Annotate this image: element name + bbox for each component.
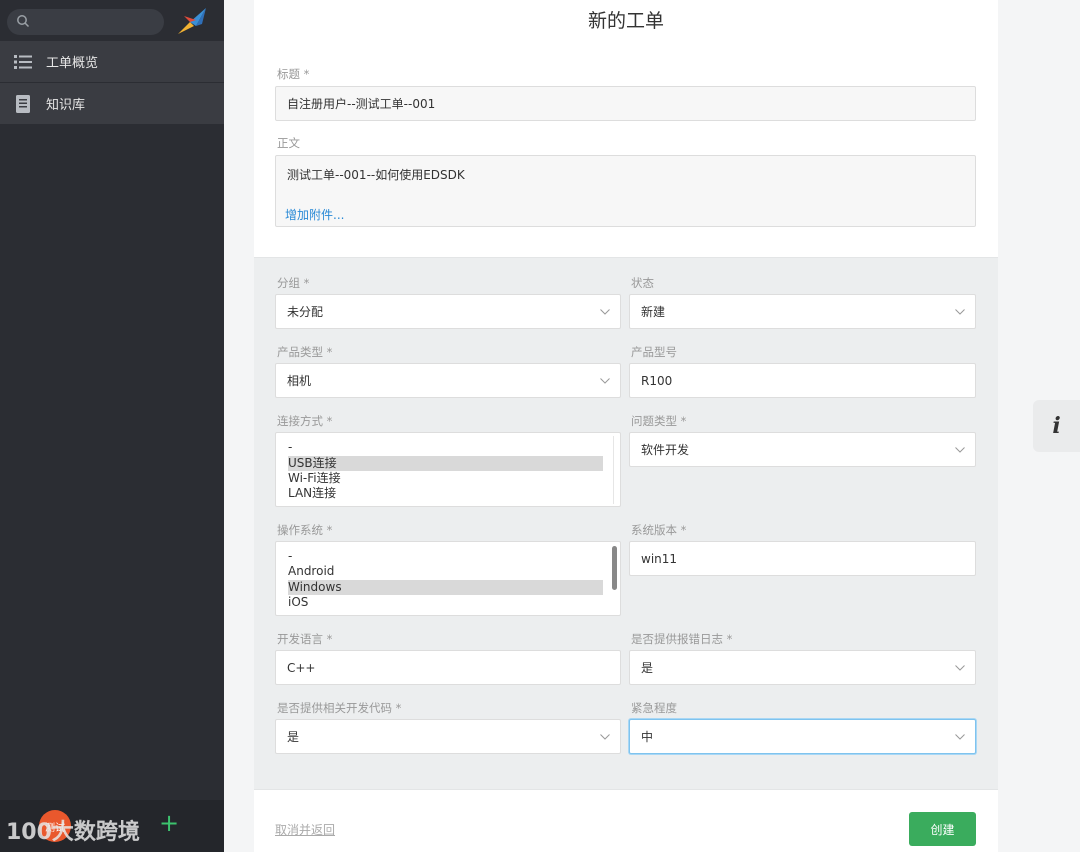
- chevron-down-icon: [600, 308, 610, 315]
- scrollbar-thumb[interactable]: [612, 546, 617, 590]
- group-value: 未分配: [287, 305, 324, 319]
- connection-listbox[interactable]: - USB连接 Wi-Fi连接 LAN连接: [275, 432, 621, 507]
- os-version-label: 系统版本 *: [631, 523, 687, 537]
- app-logo[interactable]: [176, 6, 210, 36]
- os-option[interactable]: iOS: [288, 595, 308, 610]
- state-value: 新建: [641, 305, 666, 319]
- sidebar-item-label: 工单概览: [46, 56, 99, 71]
- book-icon: [13, 94, 33, 114]
- os-option[interactable]: Android: [288, 564, 334, 579]
- list-icon: [13, 52, 33, 72]
- error-log-select[interactable]: 是: [629, 650, 976, 685]
- state-select[interactable]: 新建: [629, 294, 976, 329]
- issue-type-label: 问题类型 *: [631, 414, 687, 428]
- ticket-form-panel: 新的工单 标题 * 自注册用户--测试工单--001 正文 测试工单--001-…: [254, 0, 998, 852]
- connection-option[interactable]: LAN连接: [288, 486, 336, 501]
- os-listbox[interactable]: - Android Windows iOS: [275, 541, 621, 616]
- body-label: 正文: [277, 136, 300, 150]
- os-label: 操作系统 *: [277, 523, 333, 537]
- sidebar-item-knowledge-base[interactable]: 知识库: [0, 82, 224, 124]
- chevron-down-icon: [600, 733, 610, 740]
- chevron-down-icon: [955, 733, 965, 740]
- product-type-select[interactable]: 相机: [275, 363, 621, 398]
- subject-label: 标题 *: [277, 67, 310, 81]
- chevron-down-icon: [955, 664, 965, 671]
- info-icon[interactable]: i: [1033, 400, 1080, 452]
- dev-language-input[interactable]: C++: [275, 650, 621, 685]
- chevron-down-icon: [955, 308, 965, 315]
- os-version-value: win11: [641, 551, 678, 566]
- urgency-value: 中: [641, 730, 654, 744]
- product-model-value: R100: [641, 373, 673, 388]
- page-title: 新的工单: [587, 10, 664, 32]
- add-attachment-link[interactable]: 增加附件...: [285, 206, 344, 223]
- issue-type-select[interactable]: 软件开发: [629, 432, 976, 467]
- urgency-select[interactable]: 中: [629, 719, 976, 754]
- search-input[interactable]: [7, 9, 164, 35]
- connection-option[interactable]: Wi-Fi连接: [288, 471, 341, 486]
- subject-value: 自注册用户--测试工单--001: [287, 97, 436, 111]
- error-log-label: 是否提供报错日志 *: [631, 632, 733, 646]
- product-type-value: 相机: [287, 374, 312, 388]
- product-model-input[interactable]: R100: [629, 363, 976, 398]
- group-select[interactable]: 未分配: [275, 294, 621, 329]
- body-textarea[interactable]: 测试工单--001--如何使用EDSDK 增加附件...: [275, 155, 976, 227]
- chevron-down-icon: [600, 377, 610, 384]
- os-version-input[interactable]: win11: [629, 541, 976, 576]
- dev-language-value: C++: [287, 660, 316, 675]
- chevron-down-icon: [955, 446, 965, 453]
- watermark-text: 100大数跨境: [6, 820, 140, 845]
- os-option[interactable]: -: [288, 549, 292, 564]
- dev-code-select[interactable]: 是: [275, 719, 621, 754]
- sidebar-footer: 测试 100大数跨境 +: [0, 800, 224, 852]
- subject-input[interactable]: 自注册用户--测试工单--001: [275, 86, 976, 121]
- urgency-label: 紧急程度: [631, 701, 677, 715]
- create-button[interactable]: 创建: [909, 812, 976, 846]
- connection-option-selected[interactable]: USB连接: [288, 456, 603, 471]
- add-button[interactable]: +: [158, 811, 180, 835]
- issue-type-value: 软件开发: [641, 443, 690, 457]
- product-type-label: 产品类型 *: [277, 345, 333, 359]
- dev-language-label: 开发语言 *: [277, 632, 333, 646]
- cancel-and-return-link[interactable]: 取消并返回: [275, 821, 335, 838]
- dev-code-label: 是否提供相关开发代码 *: [277, 701, 402, 715]
- sidebar-item-overview[interactable]: 工单概览: [0, 40, 224, 82]
- state-label: 状态: [631, 276, 654, 290]
- connection-option[interactable]: -: [288, 440, 292, 455]
- connection-label: 连接方式 *: [277, 414, 333, 428]
- sidebar-item-label: 知识库: [46, 98, 86, 113]
- body-value: 测试工单--001--如何使用EDSDK: [287, 168, 465, 182]
- product-model-label: 产品型号: [631, 345, 677, 359]
- sidebar: 工单概览 知识库 测试 100大数跨境 +: [0, 0, 224, 852]
- scrollbar-track[interactable]: [613, 436, 614, 504]
- group-label: 分组 *: [277, 276, 310, 290]
- error-log-value: 是: [641, 661, 654, 675]
- sidebar-search-row: [0, 0, 224, 40]
- os-option-selected[interactable]: Windows: [288, 580, 603, 595]
- search-icon: [17, 15, 30, 28]
- dev-code-value: 是: [287, 730, 300, 744]
